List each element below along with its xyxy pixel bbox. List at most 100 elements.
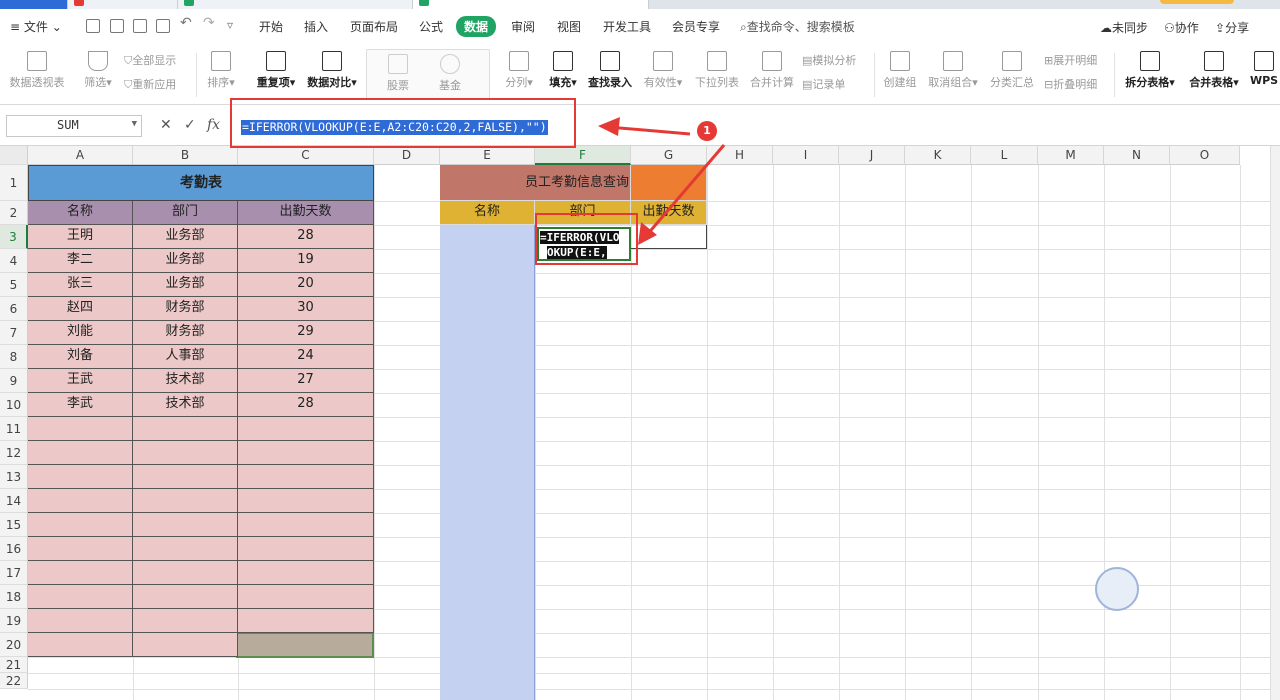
row-header-10[interactable]: 10: [0, 393, 28, 417]
row-header-1[interactable]: 1: [0, 165, 28, 201]
subtotal-button[interactable]: 分类汇总: [988, 51, 1036, 90]
attendance-empty-cell[interactable]: [28, 585, 133, 609]
tab-developer[interactable]: 开发工具: [603, 18, 651, 35]
share-button[interactable]: ⇪分享: [1215, 19, 1249, 36]
attendance-empty-cell[interactable]: [28, 465, 133, 489]
attendance-cell[interactable]: 24: [238, 345, 374, 369]
file-menu[interactable]: ≡ 文件 ⌄: [10, 18, 62, 35]
attendance-empty-cell[interactable]: [238, 441, 374, 465]
attendance-cell[interactable]: 28: [238, 393, 374, 417]
column-header-f[interactable]: F: [535, 146, 631, 165]
ungroup-button[interactable]: 取消组合▾: [926, 51, 980, 90]
doc-tab-1[interactable]: [68, 0, 178, 9]
print-icon[interactable]: [133, 19, 147, 33]
confirm-icon[interactable]: ✓: [184, 117, 196, 133]
attendance-empty-cell[interactable]: [28, 561, 133, 585]
attendance-empty-cell[interactable]: [28, 537, 133, 561]
row-header-7[interactable]: 7: [0, 321, 28, 345]
attendance-title[interactable]: 考勤表: [28, 165, 374, 201]
attendance-header[interactable]: 部门: [133, 201, 238, 225]
split-column-button[interactable]: 分列▾: [502, 51, 536, 90]
fund-button[interactable]: 基金: [433, 54, 467, 93]
attendance-empty-cell[interactable]: [238, 417, 374, 441]
attendance-cell[interactable]: 王武: [28, 369, 133, 393]
attendance-empty-cell[interactable]: [133, 633, 238, 657]
query-days-cell[interactable]: [631, 225, 707, 249]
cancel-icon[interactable]: ✕: [160, 117, 172, 133]
fx-icon[interactable]: fx: [207, 117, 220, 133]
row-header-5[interactable]: 5: [0, 273, 28, 297]
attendance-cell[interactable]: 业务部: [133, 249, 238, 273]
command-search[interactable]: ⌕查找命令、搜索模板: [740, 18, 855, 35]
attendance-cell[interactable]: 28: [238, 225, 374, 249]
attendance-empty-cell[interactable]: [133, 585, 238, 609]
attendance-empty-cell[interactable]: [133, 441, 238, 465]
column-header-e[interactable]: E: [440, 146, 535, 165]
attendance-empty-cell[interactable]: [28, 489, 133, 513]
duplicates-button[interactable]: 重复项▾: [254, 51, 298, 90]
attendance-empty-cell[interactable]: [28, 513, 133, 537]
column-header-a[interactable]: A: [28, 146, 133, 165]
tab-formula[interactable]: 公式: [419, 18, 443, 35]
column-header-h[interactable]: H: [707, 146, 773, 165]
attendance-cell[interactable]: 业务部: [133, 273, 238, 297]
consolidate-button[interactable]: 合并计算: [748, 51, 796, 90]
attendance-empty-cell[interactable]: [133, 465, 238, 489]
fill-button[interactable]: 填充▾: [546, 51, 580, 90]
row-header-9[interactable]: 9: [0, 369, 28, 393]
column-header-n[interactable]: N: [1104, 146, 1170, 165]
row-header-3[interactable]: 3: [0, 225, 28, 249]
attendance-cell[interactable]: 财务部: [133, 297, 238, 321]
column-header-k[interactable]: K: [905, 146, 971, 165]
attendance-empty-cell[interactable]: [28, 609, 133, 633]
attendance-cell[interactable]: 27: [238, 369, 374, 393]
row-header-12[interactable]: 12: [0, 441, 28, 465]
row-header-17[interactable]: 17: [0, 561, 28, 585]
attendance-empty-cell[interactable]: [133, 489, 238, 513]
assistant-robot-icon[interactable]: [1095, 567, 1139, 611]
column-header-i[interactable]: I: [773, 146, 839, 165]
column-header-c[interactable]: C: [238, 146, 374, 165]
row-header-20[interactable]: 20: [0, 633, 28, 657]
attendance-cell[interactable]: 技术部: [133, 369, 238, 393]
tab-page-layout[interactable]: 页面布局: [350, 18, 398, 35]
attendance-empty-cell[interactable]: [238, 513, 374, 537]
doc-tab-3-active[interactable]: [413, 0, 649, 9]
attendance-cell[interactable]: 技术部: [133, 393, 238, 417]
attendance-empty-cell[interactable]: [238, 465, 374, 489]
attendance-cell[interactable]: 20: [238, 273, 374, 297]
attendance-cell[interactable]: 刘能: [28, 321, 133, 345]
select-all-corner[interactable]: [0, 146, 28, 165]
reapply-button[interactable]: ⛉重新应用: [124, 76, 176, 92]
column-header-o[interactable]: O: [1170, 146, 1240, 165]
attendance-empty-cell[interactable]: [133, 537, 238, 561]
row-header-6[interactable]: 6: [0, 297, 28, 321]
column-header-l[interactable]: L: [971, 146, 1038, 165]
attendance-header[interactable]: 出勤天数: [238, 201, 374, 225]
selected-range-c20[interactable]: [236, 632, 374, 658]
attendance-cell[interactable]: 业务部: [133, 225, 238, 249]
row-header-4[interactable]: 4: [0, 249, 28, 273]
attendance-empty-cell[interactable]: [238, 489, 374, 513]
simulate-analysis-button[interactable]: ▤模拟分析: [802, 52, 856, 68]
home-tab[interactable]: [0, 0, 68, 9]
stock-fund-gallery[interactable]: 股票 基金: [366, 49, 490, 99]
attendance-empty-cell[interactable]: [238, 585, 374, 609]
column-header-g[interactable]: G: [631, 146, 707, 165]
collapse-detail-button[interactable]: ⊟折叠明细: [1044, 76, 1097, 92]
print-preview-icon[interactable]: [156, 19, 170, 33]
record-form-button[interactable]: ▤记录单: [802, 76, 845, 92]
attendance-cell[interactable]: 人事部: [133, 345, 238, 369]
attendance-empty-cell[interactable]: [28, 441, 133, 465]
lookup-entry-button[interactable]: 查找录入: [586, 51, 634, 90]
attendance-cell[interactable]: 李武: [28, 393, 133, 417]
row-header-8[interactable]: 8: [0, 345, 28, 369]
query-header-days[interactable]: 出勤天数: [631, 201, 707, 225]
row-header-2[interactable]: 2: [0, 201, 28, 225]
redo-icon[interactable]: ↷: [203, 15, 215, 31]
attendance-cell[interactable]: 29: [238, 321, 374, 345]
row-header-14[interactable]: 14: [0, 489, 28, 513]
collaborate-button[interactable]: ⚇协作: [1164, 19, 1199, 36]
row-header-11[interactable]: 11: [0, 417, 28, 441]
row-header-13[interactable]: 13: [0, 465, 28, 489]
